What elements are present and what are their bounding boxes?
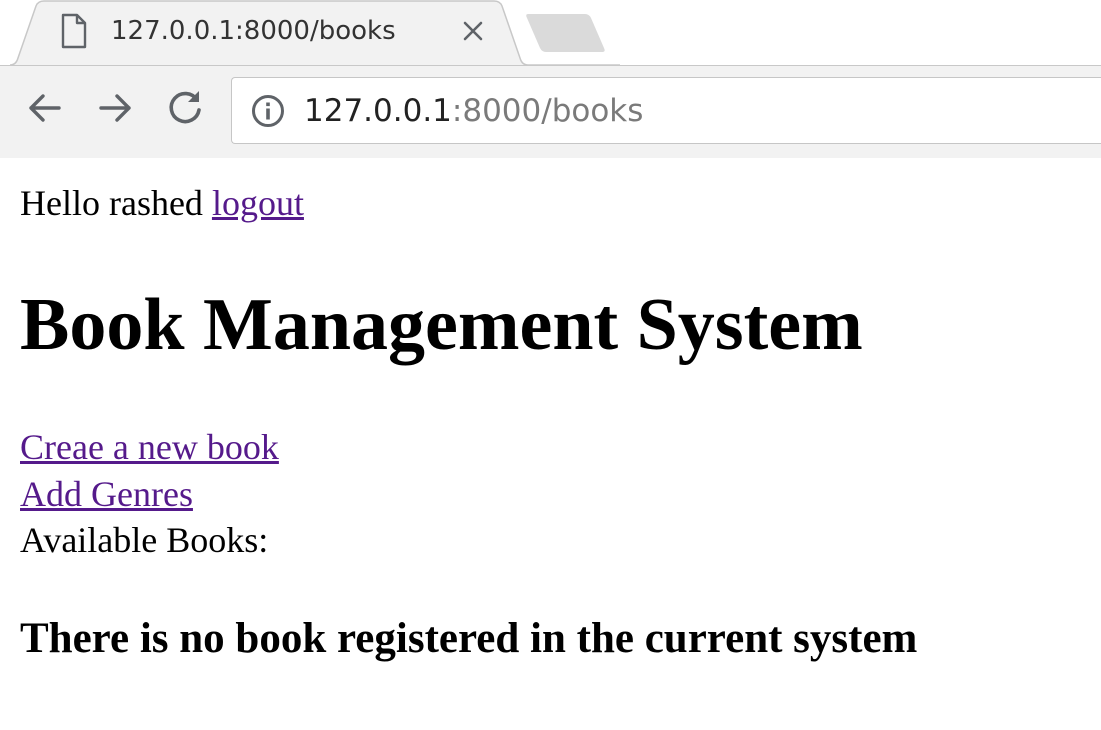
create-book-link[interactable]: Creae a new book — [20, 427, 279, 467]
greeting: Hello rashed logout — [20, 182, 304, 224]
address-bar[interactable]: 127.0.0.1:8000/books — [231, 77, 1101, 144]
arrow-right-icon[interactable] — [93, 86, 137, 130]
tab-title: 127.0.0.1:8000/books — [111, 16, 396, 46]
empty-books-message: There is no book registered in the curre… — [20, 615, 918, 662]
add-genres-link[interactable]: Add Genres — [20, 474, 193, 514]
url-host: 127.0.0.1 — [304, 93, 452, 129]
close-icon[interactable] — [458, 16, 488, 46]
reload-icon[interactable] — [163, 86, 207, 130]
new-tab-button[interactable] — [520, 10, 610, 54]
available-books-label: Available Books: — [20, 520, 269, 560]
url-path: :8000/books — [451, 93, 644, 129]
url-text[interactable]: 127.0.0.1:8000/books — [304, 90, 643, 132]
toolbar: 127.0.0.1:8000/books — [0, 66, 1101, 158]
browser-chrome: 127.0.0.1:8000/books 127.0.0.1:8000/book… — [0, 0, 1101, 158]
tab-strip: 127.0.0.1:8000/books — [0, 0, 1101, 66]
info-icon[interactable] — [250, 93, 286, 129]
page-icon — [60, 13, 88, 49]
greeting-text: Hello rashed — [20, 183, 203, 223]
page-content: Hello rashed logout Book Management Syst… — [0, 158, 1101, 730]
action-links: Creae a new book Add Genres Available Bo… — [20, 424, 279, 564]
logout-link[interactable]: logout — [212, 183, 304, 223]
page-title: Book Management System — [20, 284, 863, 366]
arrow-left-icon[interactable] — [23, 86, 67, 130]
